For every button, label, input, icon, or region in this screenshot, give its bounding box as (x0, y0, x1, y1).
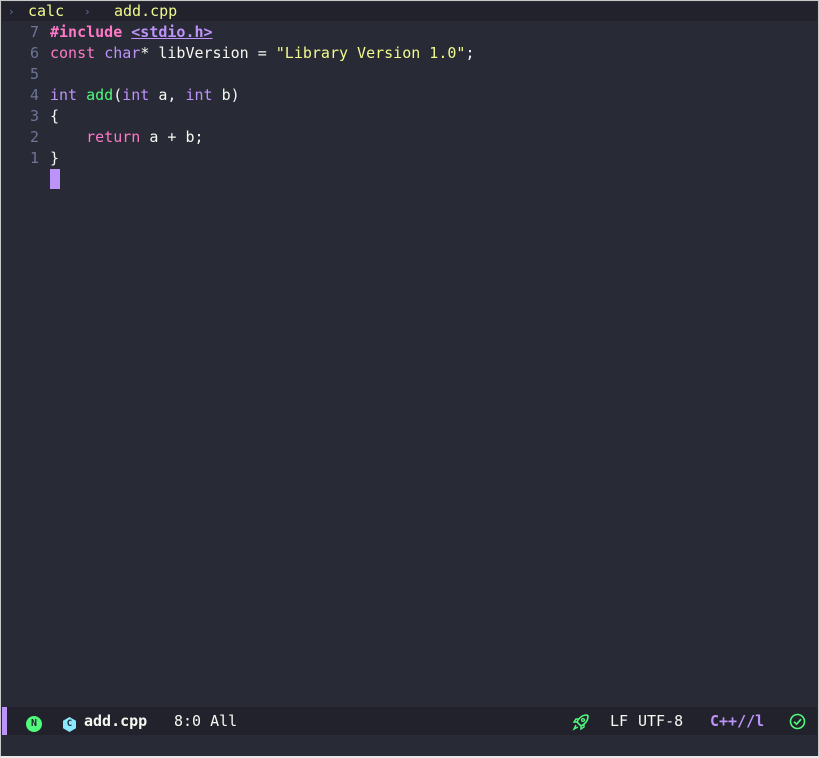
code-text: a, (149, 86, 186, 104)
line-number-gutter: 7 6 5 4 3 2 1 (2, 22, 42, 169)
type-keyword: int (122, 86, 150, 104)
type-keyword: int (50, 86, 78, 104)
code-line[interactable]: int add(int a, int b) (50, 85, 818, 106)
cpp-file-icon: C (63, 707, 76, 735)
breadcrumb: › calc › add.cpp (2, 2, 817, 21)
code-text: ( (113, 86, 123, 104)
evil-state-badge[interactable]: N (26, 707, 42, 735)
check-circle-icon[interactable] (789, 707, 806, 735)
code-line[interactable]: #include <stdio.h> (50, 22, 818, 43)
code-line[interactable] (50, 64, 818, 85)
code-line[interactable]: { (50, 106, 818, 127)
chevron-right-icon: › (84, 5, 91, 18)
code-text: * libVersion = (140, 44, 276, 62)
text-cursor (50, 169, 60, 189)
cursor-position[interactable]: 8:0 All (174, 707, 237, 735)
line-number: 1 (29, 149, 39, 167)
code-text: ; (465, 44, 475, 62)
code-editor[interactable]: #include <stdio.h> const char* libVersio… (50, 22, 818, 169)
chevron-right-icon: › (8, 5, 15, 18)
major-mode[interactable]: C++//l (710, 707, 764, 735)
code-text: b) (212, 86, 240, 104)
mode-line-accent-bar (2, 707, 7, 735)
code-text: a + b; (140, 128, 204, 146)
file-encoding[interactable]: UTF-8 (638, 707, 683, 735)
code-line[interactable]: return a + b; (50, 127, 818, 148)
line-number: 6 (29, 44, 39, 62)
line-number: 5 (29, 65, 39, 83)
breadcrumb-project[interactable]: calc (28, 2, 64, 21)
breadcrumb-file[interactable]: add.cpp (114, 2, 177, 21)
line-number: 3 (29, 107, 39, 125)
line-ending[interactable]: LF (610, 707, 628, 735)
keyword: const (50, 44, 96, 62)
normal-mode-icon: N (26, 716, 42, 732)
line-number: 2 (29, 128, 39, 146)
include-directive: #include (50, 23, 123, 41)
minibuffer[interactable] (2, 735, 817, 755)
type-keyword: int (185, 86, 213, 104)
line-number: 4 (29, 86, 39, 104)
code-line[interactable]: const char* libVersion = "Library Versio… (50, 43, 818, 64)
code-text: } (50, 149, 60, 167)
rocket-icon[interactable] (572, 707, 590, 735)
line-number: 7 (29, 23, 39, 41)
include-header-link[interactable]: <stdio.h> (131, 23, 212, 41)
mode-line: N C add.cpp 8:0 All LF UTF-8 C++//l (2, 707, 817, 735)
function-name: add (86, 86, 114, 104)
buffer-name[interactable]: add.cpp (84, 707, 147, 735)
code-line[interactable]: } (50, 148, 818, 169)
keyword: return (86, 128, 141, 146)
string-literal: "Library Version 1.0" (275, 44, 466, 62)
code-text: { (50, 107, 60, 125)
editor-window: › calc › add.cpp 7 6 5 4 3 2 1 #include … (0, 0, 819, 758)
type-keyword: char (104, 44, 141, 62)
